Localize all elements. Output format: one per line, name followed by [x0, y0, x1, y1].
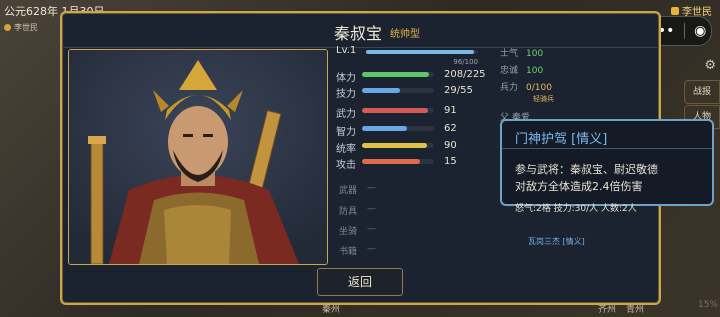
stat-label: 技力: [336, 89, 356, 100]
loyalty-label: 忠诚: [500, 66, 519, 76]
morale-label: 士气: [500, 49, 519, 59]
stat-bar-fill: [362, 72, 429, 77]
general-type-badge: 统帅型: [390, 29, 420, 40]
stat-bar: [362, 108, 434, 113]
stat-row: 智力 62: [336, 123, 494, 138]
stat-value: 90: [444, 140, 457, 151]
stat-label: 武力: [336, 109, 356, 120]
partner-skill-link[interactable]: 瓦岗三杰 [情义]: [528, 236, 585, 247]
back-button[interactable]: 返回: [317, 268, 403, 296]
stat-value: 208/225: [444, 69, 486, 80]
stat-row: 技力 29/55: [336, 85, 494, 100]
stat-bar-fill: [362, 88, 400, 93]
stat-bar: [362, 88, 434, 93]
stat-value: 62: [444, 123, 457, 134]
stat-bar: [362, 72, 434, 77]
level-row: Lv.1 96/100: [336, 45, 494, 66]
general-portrait: [68, 49, 328, 265]
tooltip-participants: 参与武将：秦叔宝、尉迟敬德: [515, 163, 658, 176]
troops-row: 兵力 0/100 轻骑兵: [500, 80, 554, 104]
troops-value: 0/100: [526, 83, 552, 93]
tooltip-title: 门神护驾 [情义]: [515, 132, 608, 147]
equip-book[interactable]: 书籍 —: [339, 244, 479, 257]
general-portrait-image: [69, 50, 327, 264]
morale-value: 100: [526, 49, 544, 59]
tooltip-effect: 对敌方全体造成2.4倍伤害: [515, 180, 643, 193]
stat-label: 攻击: [336, 160, 356, 171]
ruler-label: 李世民: [4, 22, 38, 33]
general-name: 秦叔宝: [334, 24, 383, 43]
level-bar-fill: [366, 50, 474, 54]
level-progress: 96/100: [453, 58, 478, 66]
stat-value: 29/55: [444, 85, 473, 96]
bottom-percent: 15%: [697, 300, 718, 310]
stat-row: 攻击 15: [336, 156, 494, 171]
stat-bar-fill: [362, 126, 407, 131]
stat-row: 统率 90: [336, 140, 494, 155]
morale-row: 士气 100: [500, 46, 543, 59]
equip-weapon[interactable]: 武器 —: [339, 183, 479, 196]
stat-bar: [362, 126, 434, 131]
equip-label: 武器: [339, 186, 358, 196]
equip-value: —: [367, 204, 376, 214]
stat-bar-fill: [362, 143, 427, 148]
gear-icon[interactable]: ⚙: [704, 58, 716, 73]
tooltip-cost: 怒气:2格 技力:30/人 人数:2人: [515, 204, 637, 214]
stat-value: 91: [444, 105, 457, 116]
stat-row: 体力 208/225: [336, 69, 494, 84]
equip-value: —: [367, 183, 376, 193]
loyalty-value: 100: [526, 66, 544, 76]
stat-value: 15: [444, 156, 457, 167]
stat-bar: [362, 159, 434, 164]
stat-label: 智力: [336, 127, 356, 138]
stat-bar-fill: [362, 108, 428, 113]
skill-tooltip: 门神护驾 [情义] 参与武将：秦叔宝、尉迟敬德 对敌方全体造成2.4倍伤害 怒气…: [500, 119, 714, 214]
equip-label: 防具: [339, 207, 358, 217]
stat-label: 统率: [336, 144, 356, 155]
equip-mount[interactable]: 坐骑 —: [339, 224, 479, 237]
stat-row: 武力 91: [336, 105, 494, 120]
level-bar: [366, 50, 478, 54]
stat-bar-fill: [362, 159, 420, 164]
side-button-battle-report[interactable]: 战报: [684, 80, 720, 104]
equip-label: 书籍: [339, 247, 358, 257]
equip-armor[interactable]: 防具 —: [339, 204, 479, 217]
tooltip-divider: [502, 148, 712, 149]
stat-label: 体力: [336, 73, 356, 84]
loyalty-row: 忠诚 100: [500, 63, 543, 76]
stat-bar: [362, 143, 434, 148]
troop-type: 轻骑兵: [533, 95, 554, 103]
troops-label: 兵力: [500, 83, 519, 93]
close-icon[interactable]: ◉: [694, 23, 706, 39]
panel-header: 秦叔宝 统帅型: [62, 13, 659, 48]
equip-label: 坐骑: [339, 227, 358, 237]
capsule-divider: [683, 23, 685, 39]
equip-value: —: [367, 244, 376, 254]
level-label: Lv.1: [336, 45, 357, 56]
equip-value: —: [367, 224, 376, 234]
